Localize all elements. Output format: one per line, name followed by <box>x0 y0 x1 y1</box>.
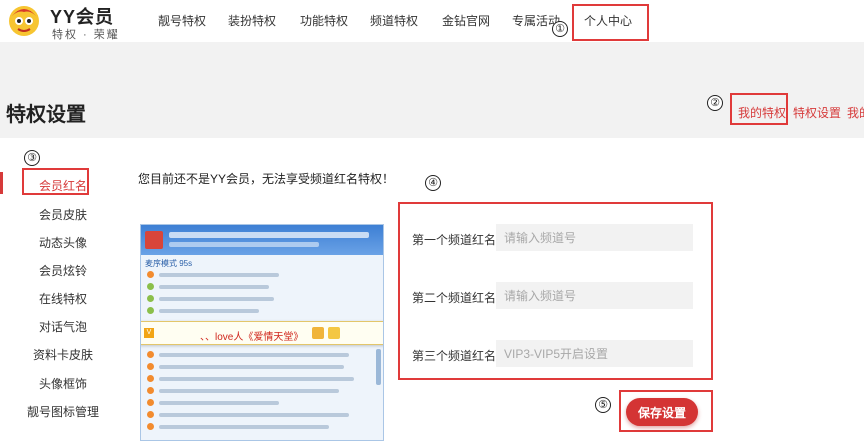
nav-item-gold-diamond[interactable]: 金钻官网 <box>442 12 490 29</box>
sidebar-item-avatar-frame[interactable]: 头像框饰 <box>0 375 126 392</box>
annotation-number-5: ⑤ <box>595 397 611 413</box>
annotation-box-1 <box>572 4 649 41</box>
sidebar-item-ringtone[interactable]: 会员炫铃 <box>0 262 126 279</box>
sidebar-item-skin[interactable]: 会员皮肤 <box>0 206 126 223</box>
vip-badge-icon: V <box>144 328 154 338</box>
sidebar-item-chat-bubble[interactable]: 对话气泡 <box>0 318 126 335</box>
first-channel-input[interactable] <box>496 224 693 251</box>
first-channel-label: 第一个频道红名 <box>412 233 497 247</box>
preview-red-name-text: 、、love人《爱情天堂》 <box>200 332 304 343</box>
annotation-number-3: ③ <box>24 150 40 166</box>
mascot-icon <box>9 6 39 36</box>
logo-subtitle: 特权 · 荣耀 <box>52 29 120 41</box>
tab-privilege-settings[interactable]: 特权设置 <box>793 104 841 121</box>
yy-vip-logo[interactable]: YY会员 特权 · 荣耀 <box>6 2 118 41</box>
channel-preview-image: 麦序模式 95s V 、、love人《爱情天堂》 <box>140 224 384 441</box>
sidebar-item-number-icon[interactable]: 靓号图标管理 <box>0 403 126 420</box>
sidebar-item-red-name[interactable]: 会员红名 <box>0 177 126 194</box>
third-channel-label: 第三个频道红名 <box>412 349 497 363</box>
annotation-number-1: ① <box>552 21 568 37</box>
preview-red-name-highlight: V 、、love人《爱情天堂》 <box>141 321 383 345</box>
preview-header <box>141 225 383 255</box>
nav-item-function[interactable]: 功能特权 <box>300 12 348 29</box>
nav-item-dress[interactable]: 装扮特权 <box>228 12 276 29</box>
nav-item-haohao[interactable]: 靓号特权 <box>158 12 206 29</box>
preview-scrollbar <box>376 349 381 385</box>
tab-more[interactable]: 我的 <box>847 104 864 121</box>
sidebar-item-profile-skin[interactable]: 资料卡皮肤 <box>0 346 126 363</box>
crown-badge-icon <box>328 327 340 339</box>
preview-mode-text: 麦序模式 95s <box>145 259 193 268</box>
sidebar-item-online[interactable]: 在线特权 <box>0 290 126 307</box>
second-channel-label: 第二个频道红名 <box>412 291 497 305</box>
third-channel-input[interactable] <box>496 340 693 367</box>
page-title: 特权设置 <box>6 104 86 126</box>
sidebar-item-animated-avatar[interactable]: 动态头像 <box>0 234 126 251</box>
second-channel-input[interactable] <box>496 282 693 309</box>
notice-text: 您目前还不是YY会员，无法享受频道红名特权！ <box>138 172 395 186</box>
preview-avatar <box>145 231 163 249</box>
tiger-badge-icon <box>312 327 324 339</box>
save-settings-button[interactable]: 保存设置 <box>626 398 698 426</box>
tab-my-privileges[interactable]: 我的特权 <box>738 104 786 121</box>
annotation-number-4: ④ <box>425 175 441 191</box>
top-header: YY会员 特权 · 荣耀 靓号特权 装扮特权 功能特权 频道特权 金钻官网 专属… <box>0 0 864 42</box>
annotation-number-2: ② <box>707 95 723 111</box>
nav-item-channel[interactable]: 频道特权 <box>370 12 418 29</box>
